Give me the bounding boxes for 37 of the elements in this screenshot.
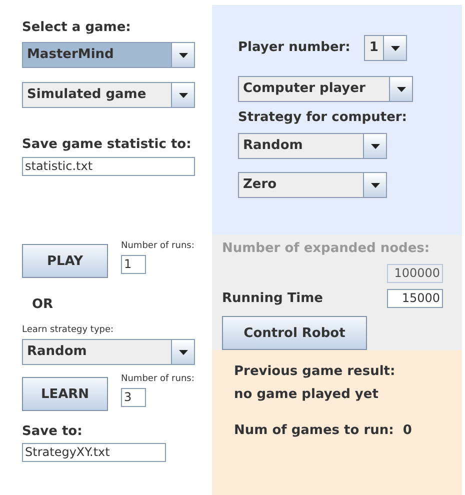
caret-icon bbox=[178, 92, 188, 98]
statistic-field[interactable]: statistic.txt bbox=[22, 157, 195, 176]
expanded-nodes-label: Number of expanded nodes: bbox=[222, 241, 430, 257]
caret-icon bbox=[370, 182, 380, 188]
caret-icon bbox=[178, 52, 188, 58]
strategy-dropdown[interactable]: Random bbox=[238, 133, 387, 159]
result-text: no game played yet bbox=[234, 387, 378, 403]
strategy-label: Strategy for computer: bbox=[238, 110, 408, 126]
runs-label: Number of runs: bbox=[121, 374, 194, 385]
learn-type-label: Learn strategy type: bbox=[22, 325, 114, 336]
control-robot-button[interactable]: Control Robot bbox=[222, 316, 367, 350]
runs-field[interactable]: 1 bbox=[121, 255, 146, 274]
caret-icon bbox=[178, 350, 188, 354]
result-title: Previous game result: bbox=[234, 364, 396, 380]
player-number-dropdown[interactable]: 1 bbox=[364, 35, 408, 61]
player-type-dropdown[interactable]: Computer player bbox=[238, 76, 413, 102]
save-to-field[interactable]: StrategyXY.txt bbox=[22, 443, 166, 462]
player-number-label: Player number: bbox=[238, 40, 350, 56]
running-time-label: Running Time bbox=[222, 290, 324, 306]
runs-label: Number of runs: bbox=[121, 241, 194, 252]
mode-dropdown[interactable]: Simulated game bbox=[22, 82, 195, 108]
caret-icon bbox=[390, 46, 400, 50]
learn-button[interactable]: LEARN bbox=[22, 377, 108, 411]
heuristic-dropdown[interactable]: Zero bbox=[238, 172, 387, 198]
games-to-run-text: Num of games to run: 0 bbox=[234, 423, 412, 439]
caret-icon bbox=[396, 86, 406, 92]
game-dropdown[interactable]: MasterMind bbox=[22, 42, 195, 68]
running-time-field[interactable]: 15000 bbox=[387, 289, 443, 308]
save-to-label: Save to: bbox=[22, 424, 82, 440]
play-button[interactable]: PLAY bbox=[22, 244, 108, 278]
select-game-label: Select a game: bbox=[22, 20, 131, 36]
caret-icon bbox=[370, 144, 380, 148]
statistic-label: Save game statistic to: bbox=[22, 137, 192, 153]
or-label: OR bbox=[32, 297, 54, 313]
runs-field[interactable]: 3 bbox=[121, 388, 146, 407]
expanded-nodes-field[interactable]: 100000 bbox=[387, 264, 443, 283]
learn-type-dropdown[interactable]: Random bbox=[22, 339, 195, 365]
